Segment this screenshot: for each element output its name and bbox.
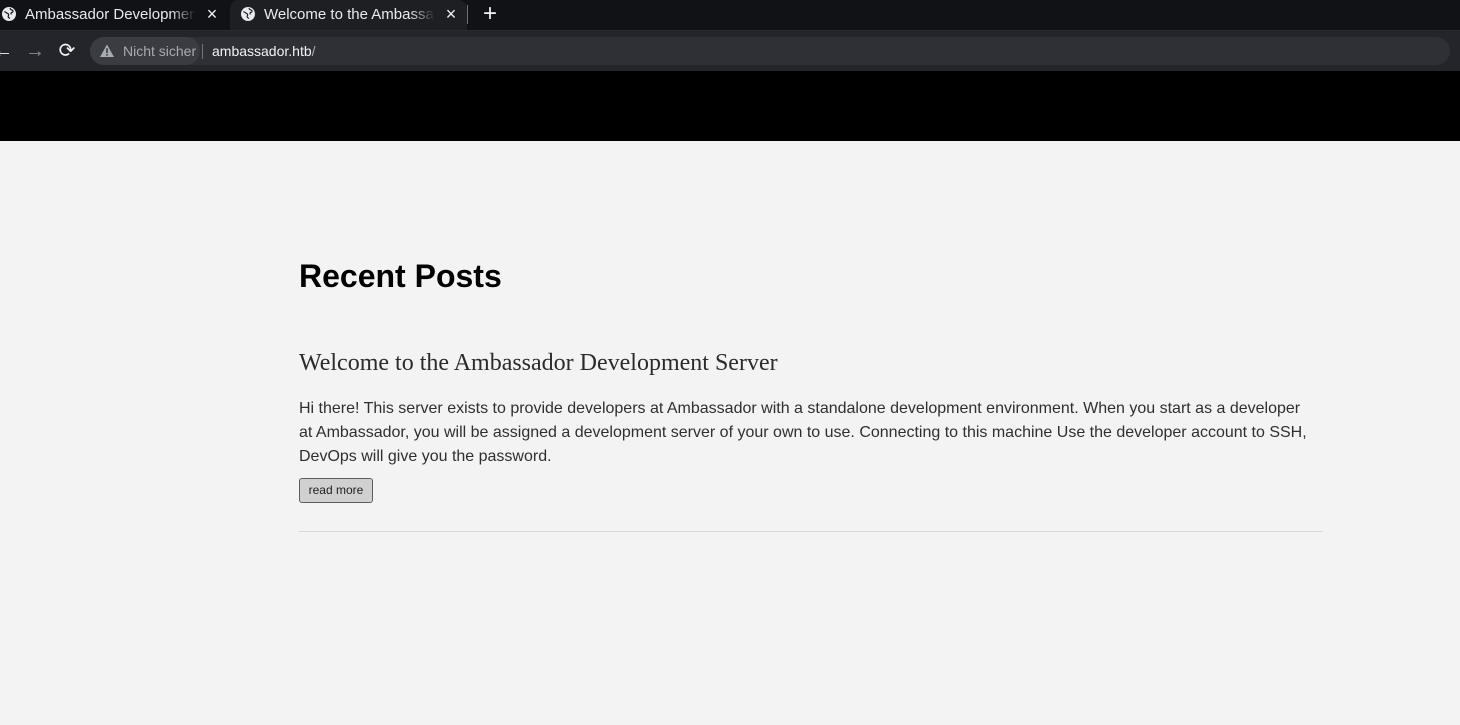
url-path: / [311, 43, 316, 59]
forward-button[interactable]: → [23, 39, 47, 63]
post-title: Welcome to the Ambassador Development Se… [299, 350, 778, 376]
close-tab-button[interactable]: × [204, 0, 220, 30]
recent-posts-title: Recent Posts [299, 258, 502, 294]
address-divider [202, 44, 203, 59]
tab-title: Welcome to the Ambassador Development Se… [264, 6, 435, 23]
browser-tab-ambassador-development[interactable]: Ambassador Development Server × [0, 0, 228, 30]
reload-icon: ⟳ [58, 40, 76, 62]
post-card: Welcome to the Ambassador Development Se… [299, 346, 1323, 503]
reload-button[interactable]: ⟳ [55, 39, 79, 63]
main-content: Recent Posts Welcome to the Ambassador D… [299, 141, 1323, 725]
warning-icon [100, 44, 114, 57]
tab-divider [467, 5, 468, 24]
post-separator [299, 531, 1323, 532]
close-icon: × [206, 4, 218, 24]
plus-icon: + [482, 0, 497, 27]
close-tab-button[interactable]: × [443, 0, 459, 30]
globe-icon [241, 7, 255, 21]
url-host: ambassador.htb [212, 43, 312, 59]
tab-strip: Ambassador Development Server × Welcome … [0, 0, 1460, 31]
address-bar[interactable]: Nicht sicher ambassador.htb/ [90, 37, 1450, 65]
site-header [0, 71, 1460, 141]
security-label: Nicht sicher [123, 43, 197, 59]
security-indicator[interactable]: Nicht sicher [90, 37, 200, 65]
browser-window-chrome: Ambassador Development Server × Welcome … [0, 0, 1460, 71]
browser-toolbar: ← → ⟳ Nicht sicher ambassador.htb/ [0, 31, 1460, 71]
url-text: ambassador.htb/ [212, 37, 316, 65]
browser-tab-welcome-ambassador[interactable]: Welcome to the Ambassador Development Se… [230, 0, 467, 30]
back-button[interactable]: ← [0, 39, 15, 63]
post-excerpt: Hi there! This server exists to provide … [299, 400, 1307, 465]
close-icon: × [445, 4, 457, 24]
arrow-right-icon: → [25, 40, 45, 62]
new-tab-button[interactable]: + [478, 0, 502, 30]
tab-title: Ambassador Development Server [25, 6, 196, 23]
globe-icon [2, 7, 16, 21]
read-more-button[interactable]: read more [299, 478, 373, 503]
arrow-left-icon: ← [0, 40, 13, 62]
